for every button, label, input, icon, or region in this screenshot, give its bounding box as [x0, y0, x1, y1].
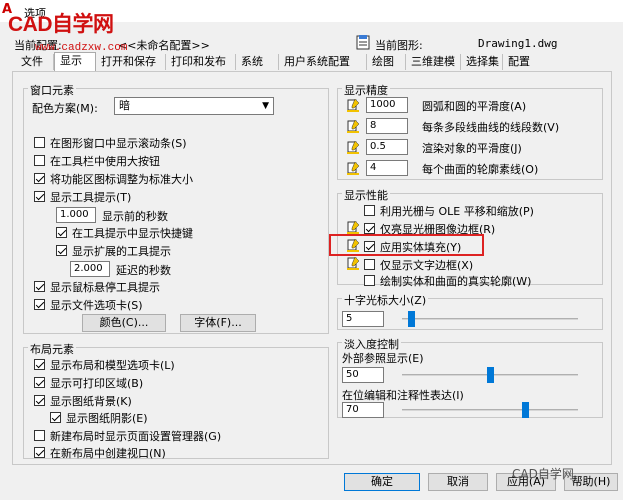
window-elements-group: 窗口元素 配色方案(M): 暗 ▼ 在图形窗口中显示滚动条(S) 在工具栏中使用大…: [23, 82, 329, 334]
crosshair-title: 十字光标大小(Z): [342, 292, 429, 308]
page-setup-checkbox[interactable]: [34, 430, 45, 441]
tooltip-delay-label: 显示前的秒数: [102, 210, 168, 223]
display-resolution-title: 显示精度: [342, 82, 390, 98]
tab-system[interactable]: 系统: [236, 54, 279, 70]
drawing-value: Drawing1.dwg: [478, 37, 558, 50]
drawing-setting-icon: [347, 256, 360, 270]
display-performance-title: 显示性能: [342, 187, 390, 203]
rollover-label: 显示鼠标悬停工具提示: [50, 281, 160, 294]
scrollbars-label: 在图形窗口中显示滚动条(S): [50, 137, 187, 150]
profile-value: <<未命名配置>>: [118, 39, 210, 52]
drawing-setting-icon: [347, 161, 360, 175]
highlight-annotation: [329, 234, 484, 256]
silhouettes-label: 绘制实体和曲面的真实轮廓(W): [380, 275, 532, 288]
highlight-frame-checkbox[interactable]: [364, 223, 375, 234]
raster-pan-label: 利用光栅与 OLE 平移和缩放(P): [380, 205, 534, 218]
text-boundary-checkbox[interactable]: [364, 259, 375, 270]
arc-smoothness-label: 圆弧和圆的平滑度(A): [422, 100, 527, 113]
render-smoothness-label: 渲染对象的平滑度(J): [422, 142, 522, 155]
layout-elements-group: 布局元素 显示布局和模型选项卡(L) 显示可打印区域(B) 显示图纸背景(K) …: [23, 341, 329, 460]
tab-user-preferences[interactable]: 用户系统配置: [279, 54, 367, 70]
xref-display-label: 外部参照显示(E): [342, 352, 424, 365]
crosshair-group: 十字光标大小(Z) 5: [337, 292, 603, 330]
printable-area-label: 显示可打印区域(B): [50, 377, 144, 390]
paper-shadow-checkbox[interactable]: [50, 412, 61, 423]
arc-smoothness-input[interactable]: 1000: [366, 97, 408, 113]
page-setup-label: 新建布局时显示页面设置管理器(G): [50, 430, 222, 443]
drawing-icon: [356, 35, 370, 50]
tab-selection[interactable]: 选择集: [461, 54, 503, 70]
inplace-edit-input[interactable]: 70: [342, 402, 384, 418]
chevron-down-icon: ▼: [262, 101, 269, 111]
contour-lines-label: 每个曲面的轮廓素线(O): [422, 163, 539, 176]
color-scheme-select[interactable]: 暗 ▼: [114, 97, 274, 115]
polyline-segments-input[interactable]: 8: [366, 118, 408, 134]
large-buttons-checkbox[interactable]: [34, 155, 45, 166]
silhouettes-checkbox[interactable]: [364, 275, 375, 286]
xref-slider-thumb[interactable]: [487, 367, 494, 383]
layout-elements-title: 布局元素: [28, 341, 76, 357]
paper-background-label: 显示图纸背景(K): [50, 395, 132, 408]
inplace-slider-thumb[interactable]: [522, 402, 530, 418]
cancel-button[interactable]: 取消: [428, 473, 488, 491]
rollover-checkbox[interactable]: [34, 281, 45, 292]
resize-icons-label: 将功能区图标调整为标准大小: [50, 173, 193, 186]
file-tabs-checkbox[interactable]: [34, 299, 45, 310]
large-buttons-label: 在工具栏中使用大按钮: [50, 155, 160, 168]
extended-tooltips-checkbox[interactable]: [56, 245, 67, 256]
create-viewport-checkbox[interactable]: [34, 447, 45, 458]
raster-pan-checkbox[interactable]: [364, 205, 375, 216]
file-tabs-label: 显示文件选项卡(S): [50, 299, 143, 312]
color-scheme-value: 暗: [119, 99, 130, 112]
extended-delay-label: 延迟的秒数: [116, 264, 171, 277]
fade-control-group: 淡入度控制 外部参照显示(E) 50 在位编辑和注释性表达(I) 70: [337, 336, 603, 418]
crosshair-size-input[interactable]: 5: [342, 311, 384, 327]
shortcut-keys-label: 在工具提示中显示快捷键: [72, 227, 193, 240]
tab-3d-modeling[interactable]: 三维建模: [406, 54, 461, 70]
inplace-slider-track[interactable]: [402, 409, 578, 411]
ok-button[interactable]: 确定: [344, 473, 420, 491]
fonts-button[interactable]: 字体(F)...: [180, 314, 256, 332]
drawing-setting-icon: [347, 140, 360, 154]
inplace-edit-label: 在位编辑和注释性表达(I): [342, 389, 464, 402]
xref-display-input[interactable]: 50: [342, 367, 384, 383]
window-elements-title: 窗口元素: [28, 82, 76, 98]
drawing-setting-icon: [347, 119, 360, 133]
paper-background-checkbox[interactable]: [34, 395, 45, 406]
shortcut-keys-checkbox[interactable]: [56, 227, 67, 238]
tab-plot-publish[interactable]: 打印和发布: [166, 54, 236, 70]
drawing-label: 当前图形:: [375, 39, 423, 52]
tab-open-save[interactable]: 打开和保存: [96, 54, 166, 70]
crosshair-slider-thumb[interactable]: [407, 311, 415, 327]
tooltips-label: 显示工具提示(T): [50, 191, 132, 204]
paper-shadow-label: 显示图纸阴影(E): [66, 412, 148, 425]
tooltip-delay-input[interactable]: 1.000: [56, 207, 96, 223]
extended-tooltips-label: 显示扩展的工具提示: [72, 245, 171, 258]
polyline-segments-label: 每条多段线曲线的线段数(V): [422, 121, 560, 134]
tab-profiles[interactable]: 配置: [503, 54, 541, 70]
scrollbars-checkbox[interactable]: [34, 137, 45, 148]
tab-files[interactable]: 文件: [16, 54, 54, 70]
extended-delay-input[interactable]: 2.000: [70, 261, 110, 277]
watermark-logo: CAD自学网: [8, 13, 114, 36]
display-resolution-group: 显示精度 1000 圆弧和圆的平滑度(A) 8 每条多段线曲线的线段数(V) 0…: [337, 82, 603, 180]
display-tab-page: 窗口元素 配色方案(M): 暗 ▼ 在图形窗口中显示滚动条(S) 在工具栏中使用大…: [12, 71, 612, 465]
tab-drafting[interactable]: 绘图: [367, 54, 406, 70]
tooltips-checkbox[interactable]: [34, 191, 45, 202]
tab-display[interactable]: 显示: [54, 52, 96, 71]
footer-watermark: CAD自学网: [512, 467, 574, 481]
layout-tabs-label: 显示布局和模型选项卡(L): [50, 359, 175, 372]
color-scheme-label: 配色方案(M):: [32, 102, 98, 115]
colors-button[interactable]: 颜色(C)...: [82, 314, 166, 332]
drawing-setting-icon: [347, 98, 360, 112]
resize-icons-checkbox[interactable]: [34, 173, 45, 184]
text-boundary-label: 仅显示文字边框(X): [380, 259, 474, 272]
drawing-setting-icon: [347, 220, 360, 234]
printable-area-checkbox[interactable]: [34, 377, 45, 388]
render-smoothness-input[interactable]: 0.5: [366, 139, 408, 155]
contour-lines-input[interactable]: 4: [366, 160, 408, 176]
crosshair-slider-track[interactable]: [402, 318, 578, 320]
create-viewport-label: 在新布局中创建视口(N): [50, 447, 166, 460]
layout-tabs-checkbox[interactable]: [34, 359, 45, 370]
